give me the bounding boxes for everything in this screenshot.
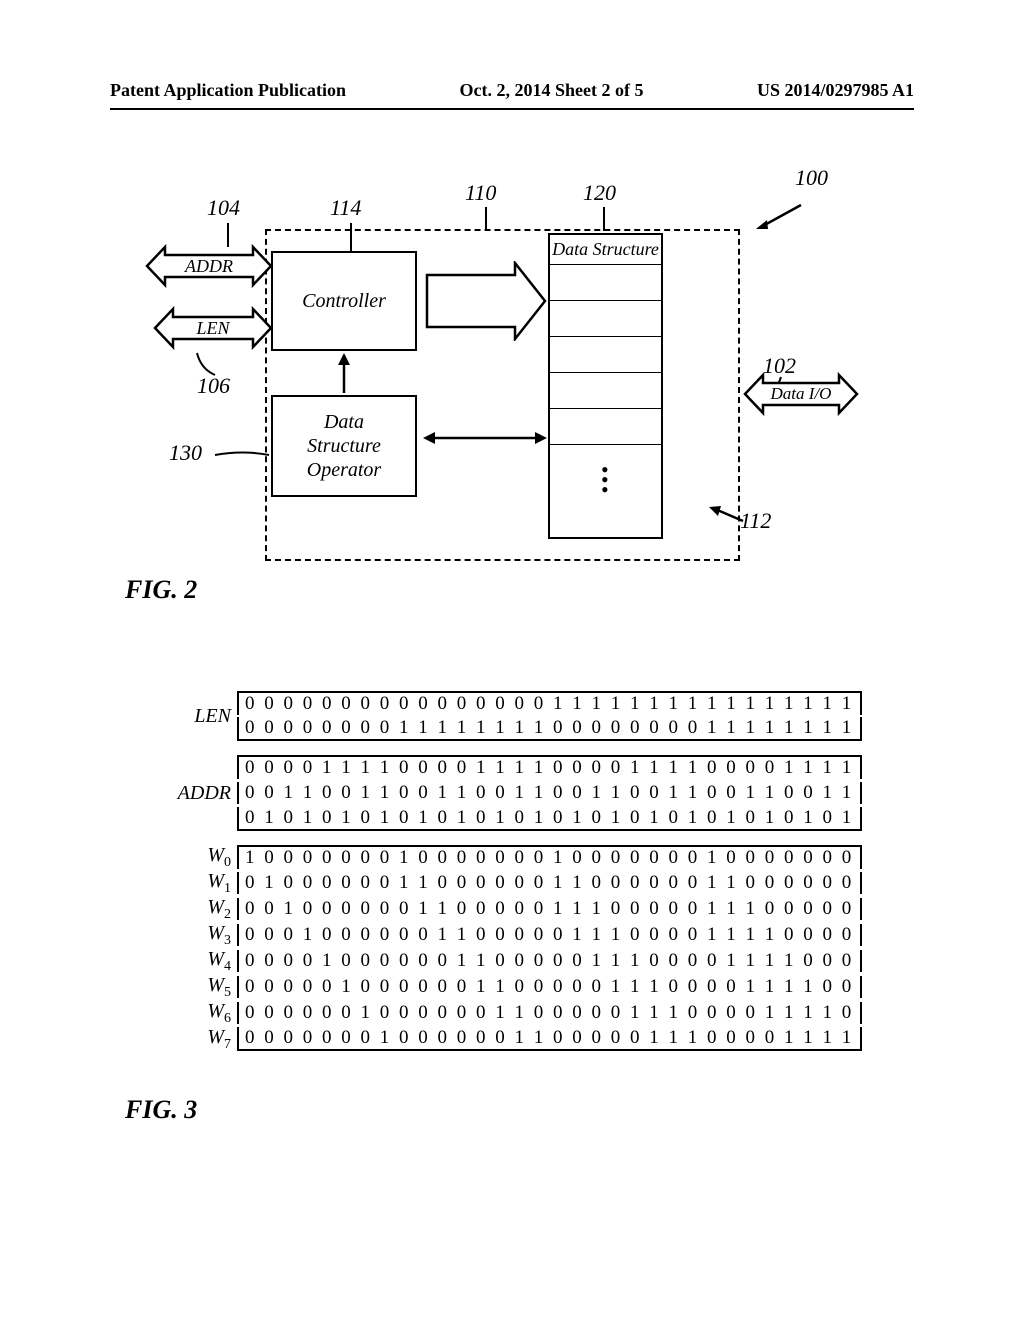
row-label-w7: W7 (125, 1026, 237, 1053)
controller-block: Controller (271, 251, 417, 351)
row-label-w3: W3 (125, 922, 237, 949)
addr-row-0: 0 0 0 0 1 1 1 1 0 0 0 0 1 1 1 1 0 0 0 0 … (237, 755, 862, 779)
w-row-0: 1 0 0 0 0 0 0 0 1 0 0 0 0 0 0 0 1 0 0 0 … (237, 845, 862, 869)
table-row: ADDR 0 0 1 1 0 0 1 1 0 0 1 1 0 0 1 1 0 0… (125, 780, 895, 806)
len-bus: LEN (153, 305, 275, 351)
header-center: Oct. 2, 2014 Sheet 2 of 5 (460, 80, 644, 101)
table-row: W7 0 0 0 0 0 0 0 1 0 0 0 0 0 0 1 1 0 0 0… (125, 1026, 895, 1052)
ds-row (550, 373, 661, 409)
controller-label: Controller (302, 290, 386, 313)
table-row: W5 0 0 0 0 0 1 0 0 0 0 0 0 1 1 0 0 0 0 0… (125, 974, 895, 1000)
w-row-3: 0 0 0 1 0 0 0 0 0 0 1 1 0 0 0 0 0 1 1 1 … (237, 924, 862, 946)
addr-row-1: 0 0 1 1 0 0 1 1 0 0 1 1 0 0 1 1 0 0 1 1 … (237, 782, 862, 804)
w-row-2: 0 0 1 0 0 0 0 0 0 1 1 0 0 0 0 0 1 1 1 0 … (237, 898, 862, 920)
data-structure-title: Data Structure (550, 235, 661, 265)
ref-130: 130 (169, 440, 202, 466)
leader-130 (215, 451, 271, 459)
leader-110 (485, 207, 487, 231)
dso-label: Data Structure Operator (307, 410, 381, 482)
ref-110: 110 (465, 180, 496, 206)
data-structure-operator-block: Data Structure Operator (271, 395, 417, 497)
figure-3: 0 0 0 0 0 0 0 0 0 0 0 0 0 0 0 0 1 1 1 1 … (125, 690, 895, 1052)
w-row-6: 0 0 0 0 0 0 1 0 0 0 0 0 0 1 1 0 0 0 0 0 … (237, 1002, 862, 1024)
dso-to-ds-arrow-icon (423, 429, 549, 447)
row-label-w0: W0 (125, 844, 237, 871)
fig3-table: 0 0 0 0 0 0 0 0 0 0 0 0 0 0 0 0 1 1 1 1 … (125, 690, 895, 1052)
ref-120: 120 (583, 180, 616, 206)
header-left: Patent Application Publication (110, 80, 346, 101)
row-label-w4: W4 (125, 948, 237, 975)
data-io-bus: Data I/O (743, 371, 861, 417)
ref-114: 114 (330, 195, 361, 221)
w-row-1: 0 1 0 0 0 0 0 0 1 1 0 0 0 0 0 0 1 1 0 0 … (237, 872, 862, 894)
patent-header: Patent Application Publication Oct. 2, 2… (110, 80, 914, 101)
figure-2-caption: FIG. 2 (125, 575, 197, 605)
header-right: US 2014/0297985 A1 (757, 80, 914, 101)
dataio-label: Data I/O (770, 384, 832, 403)
leader-106 (193, 351, 223, 377)
row-label-w6: W6 (125, 1000, 237, 1027)
table-row: 0 0 0 0 1 1 1 1 0 0 0 0 1 1 1 1 0 0 0 0 … (125, 754, 895, 780)
ds-row (550, 265, 661, 301)
row-label-w2: W2 (125, 896, 237, 923)
figure-2: 100 110 120 114 104 106 102 130 112 Cont… (135, 165, 905, 575)
table-row: W4 0 0 0 0 1 0 0 0 0 0 0 1 1 0 0 0 0 0 1… (125, 948, 895, 974)
row-label-w1: W1 (125, 870, 237, 897)
row-label-len: LEN (125, 705, 237, 728)
figure-3-caption: FIG. 3 (125, 1095, 197, 1125)
header-divider (110, 108, 914, 110)
table-row: W0 1 0 0 0 0 0 0 0 1 0 0 0 0 0 0 0 1 0 0… (125, 844, 895, 870)
table-row: W3 0 0 0 1 0 0 0 0 0 0 1 1 0 0 0 0 0 1 1… (125, 922, 895, 948)
row-label-addr: ADDR (125, 782, 237, 805)
table-row: 0 0 0 0 0 0 0 0 0 0 0 0 0 0 0 0 1 1 1 1 … (125, 690, 895, 716)
arrow-100 (753, 203, 803, 231)
ds-row (550, 337, 661, 373)
addr-row-2: 0 1 0 1 0 1 0 1 0 1 0 1 0 1 0 1 0 1 0 1 … (237, 807, 862, 831)
len-row-1: 0 0 0 0 0 0 0 0 1 1 1 1 1 1 1 1 0 0 0 0 … (237, 717, 862, 741)
leader-120 (603, 207, 605, 231)
addr-label: ADDR (184, 256, 233, 276)
addr-bus: ADDR (145, 243, 275, 289)
controller-to-ds-arrow-icon (425, 261, 549, 341)
table-row: W1 0 1 0 0 0 0 0 0 1 1 0 0 0 0 0 0 1 1 0… (125, 870, 895, 896)
row-label-w5: W5 (125, 974, 237, 1001)
len-row-0: 0 0 0 0 0 0 0 0 0 0 0 0 0 0 0 0 1 1 1 1 … (237, 691, 862, 715)
ref-100: 100 (795, 165, 828, 191)
ref-104: 104 (207, 195, 240, 221)
ds-row (550, 301, 661, 337)
table-row: W6 0 0 0 0 0 0 1 0 0 0 0 0 0 1 1 0 0 0 0… (125, 1000, 895, 1026)
w-row-4: 0 0 0 0 1 0 0 0 0 0 0 1 1 0 0 0 0 0 1 1 … (237, 950, 862, 972)
table-row: 0 1 0 1 0 1 0 1 0 1 0 1 0 1 0 1 0 1 0 1 … (125, 806, 895, 832)
len-label: LEN (195, 318, 230, 338)
ellipsis-icon: ••• (601, 465, 609, 495)
w-row-5: 0 0 0 0 0 1 0 0 0 0 0 0 1 1 0 0 0 0 0 1 … (237, 976, 862, 998)
table-row: LEN 0 0 0 0 0 0 0 0 1 1 1 1 1 1 1 1 0 0 … (125, 716, 895, 742)
dso-to-controller-arrow-icon (335, 353, 353, 395)
ds-row (550, 409, 661, 445)
table-row: W2 0 0 1 0 0 0 0 0 0 1 1 0 0 0 0 0 1 1 1… (125, 896, 895, 922)
w-row-7: 0 0 0 0 0 0 0 1 0 0 0 0 0 0 1 1 0 0 0 0 … (237, 1027, 862, 1051)
